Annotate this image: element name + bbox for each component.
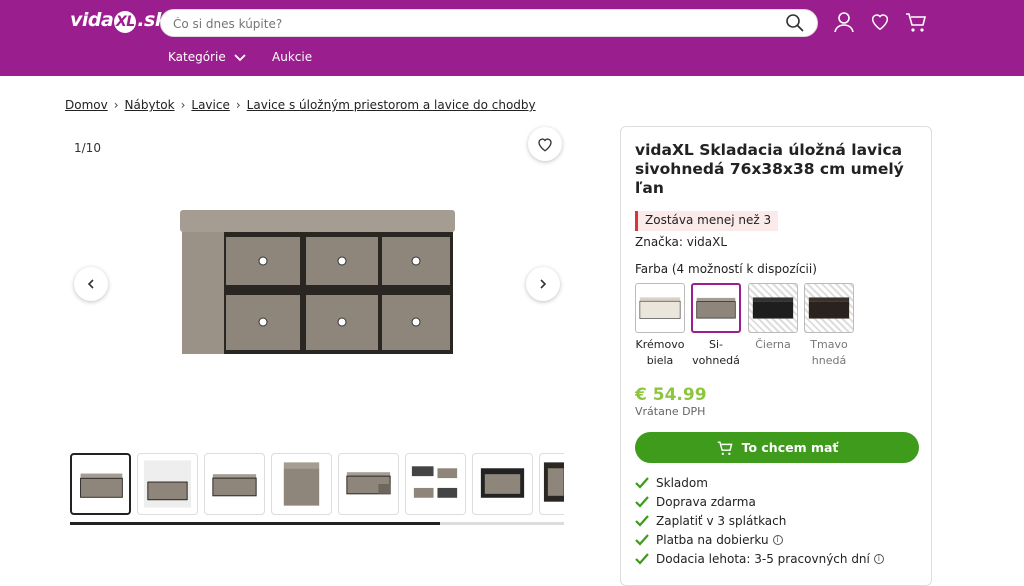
breadcrumb-benches[interactable]: Lavice [191,98,229,112]
feature-free-shipping: Doprava zdarma [635,495,756,509]
breadcrumb-home[interactable]: Domov [65,98,108,112]
nav-categories[interactable]: Kategórie [168,50,246,64]
color-swatch-dark-brown[interactable] [804,283,854,333]
feature-installments: Zaplatiť v 3 splátkach [635,514,786,528]
thumbnail-3[interactable] [204,453,265,515]
color-swatch-black[interactable] [748,283,798,333]
header: vidaXL.sk Kategórie Aukcie [0,0,1024,76]
cart-icon [717,440,733,455]
check-icon [635,496,649,508]
image-counter: 1/10 [74,141,101,155]
chevron-right-icon [540,279,547,289]
breadcrumb: Domov › Nábytok › Lavice › Lavice s úložným pr… [65,98,536,112]
check-icon [635,515,649,527]
prev-image-button[interactable] [74,267,108,301]
product-title: vidaXL Skladacia úložná lavica sivohnedá… [635,141,904,197]
color-swatch-taupe[interactable] [691,283,741,333]
search-bar[interactable] [160,9,818,37]
cart-icon[interactable] [904,10,928,38]
nav-auctions[interactable]: Aukcie [272,50,312,64]
brand-label: Značka: vidaXL [635,235,728,249]
breadcrumb-storage-benches[interactable]: Lavice s úložným priestorom a lavice do … [247,98,536,112]
chevron-left-icon [87,279,94,289]
search-icon[interactable] [785,13,805,37]
search-input[interactable] [173,14,773,34]
wishlist-button[interactable] [528,127,562,161]
price: € 54.99 [635,385,707,405]
check-icon [635,534,649,546]
heart-icon[interactable] [869,10,891,36]
color-name-dark-brown: Tmavo hnedá [810,338,848,367]
feature-delivery-time: Dodacia lehota: 3-5 pracovných dní i [635,552,884,566]
color-name-taupe: Si-vohnedá [692,338,740,367]
thumbnail-scrollbar[interactable] [70,522,564,525]
heart-icon [538,138,552,152]
color-label: Farba (4 možností k dispozícii) [635,262,817,276]
info-icon[interactable]: i [873,554,884,564]
thumbnail-strip [70,453,564,515]
product-main-image[interactable] [170,200,470,365]
feature-cash-on-delivery: Platba na dobierku i [635,533,783,547]
breadcrumb-furniture[interactable]: Nábytok [125,98,175,112]
thumbnail-2[interactable] [137,453,198,515]
thumbnail-7[interactable] [472,453,533,515]
vat-note: Vrátane DPH [635,405,706,418]
user-icon[interactable] [832,10,856,38]
vidaxl-logo[interactable]: vida XL .sk [70,9,168,33]
color-swatch-cream-white[interactable] [635,283,685,333]
info-icon[interactable]: i [772,535,783,545]
feature-in-stock: Skladom [635,476,708,490]
thumbnail-8[interactable] [539,453,564,515]
thumbnail-1[interactable] [70,453,131,515]
check-icon [635,477,649,489]
next-image-button[interactable] [526,267,560,301]
add-to-cart-label: To chcem mať [741,440,839,455]
thumbnail-4[interactable] [271,453,332,515]
nav-categories-label: Kategórie [168,50,226,64]
color-name-black: Čierna [755,338,791,351]
product-info-panel: vidaXL Skladacia úložná lavica sivohnedá… [620,126,932,586]
stock-badge: Zostáva menej než 3 [635,211,779,231]
color-name-cream-white: Krémovo biela [635,338,685,367]
chevron-down-icon [233,53,246,61]
thumbnail-6[interactable] [405,453,466,515]
check-icon [635,553,649,565]
thumbnail-5[interactable] [338,453,399,515]
add-to-cart-button[interactable]: To chcem mať [635,432,919,463]
